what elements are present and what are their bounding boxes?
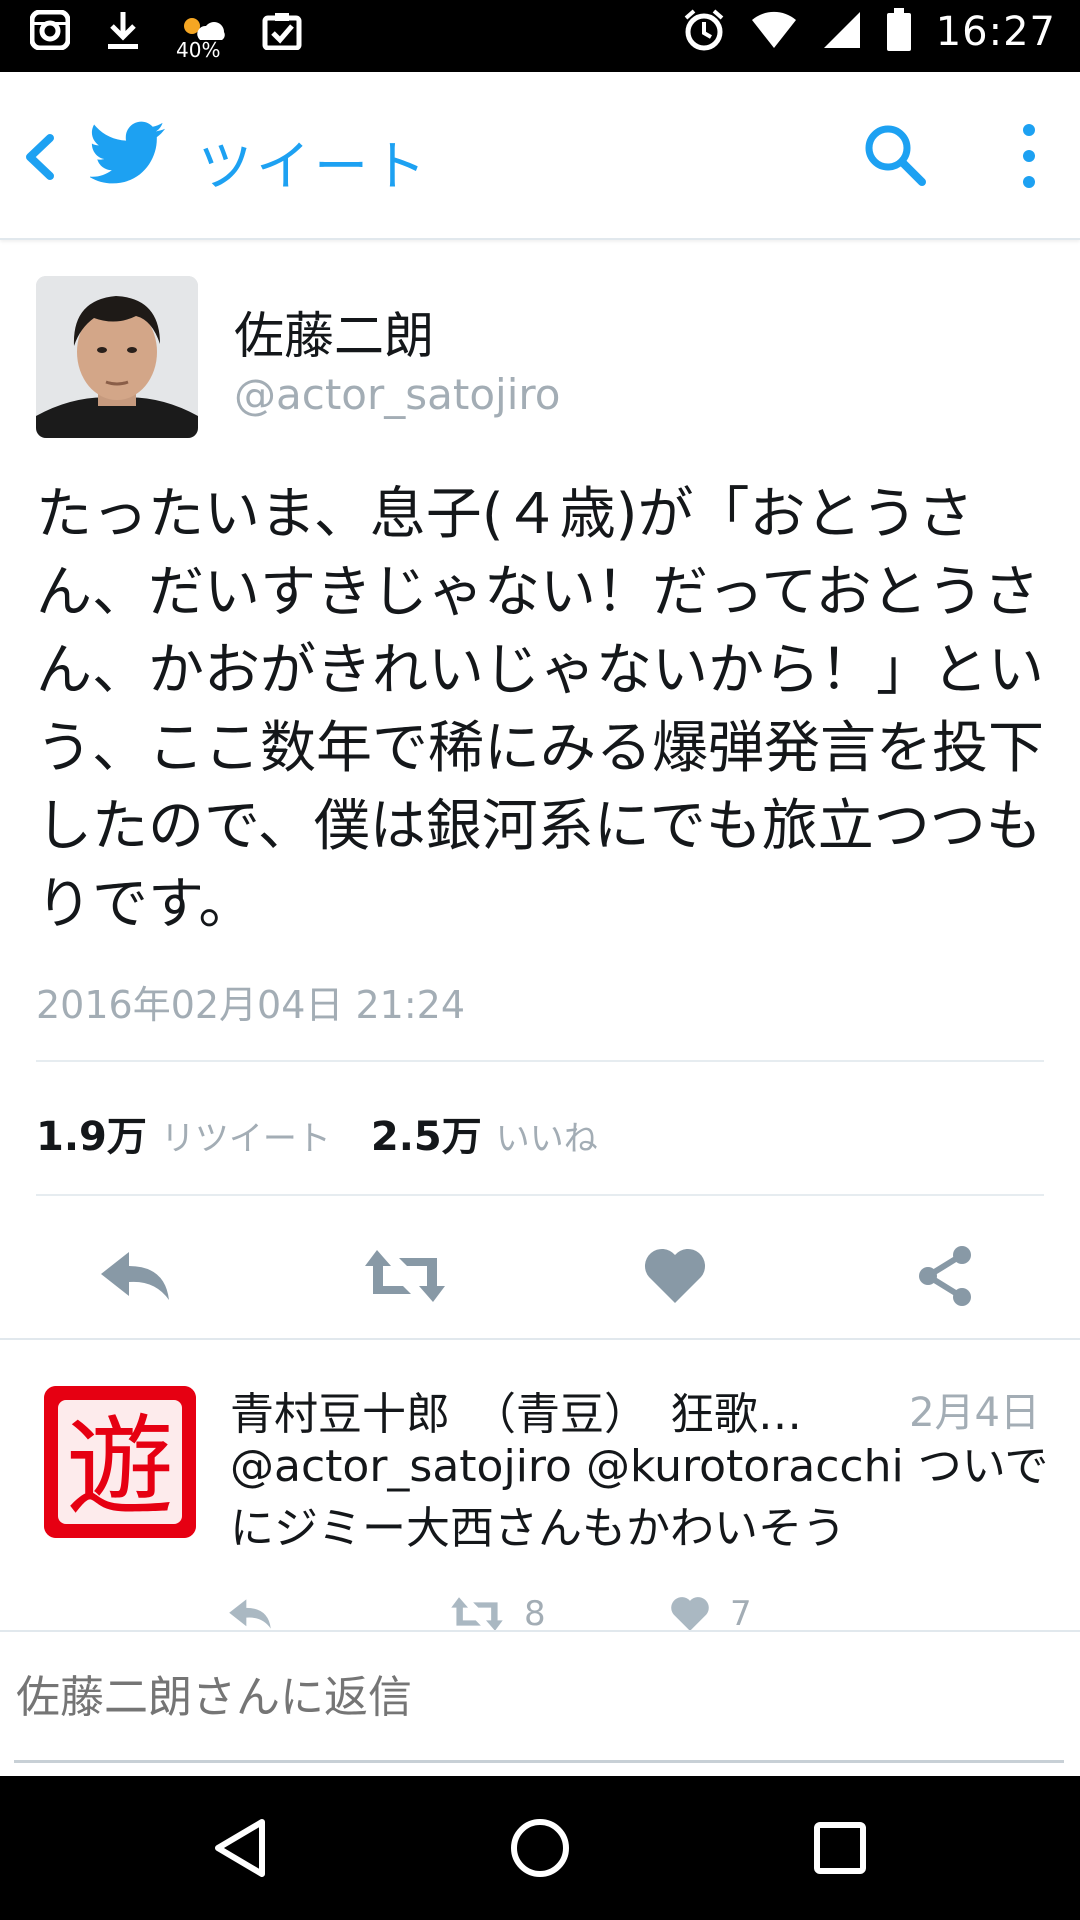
divider: [36, 1194, 1044, 1196]
page-title: ツイート: [198, 135, 430, 198]
weather-percent: 40%: [176, 38, 221, 62]
wifi-icon: [750, 10, 798, 54]
like-icon: [671, 1597, 709, 1631]
twitter-bird-icon[interactable]: [88, 120, 166, 186]
reply-icon[interactable]: [90, 1236, 180, 1316]
download-icon: [106, 10, 140, 54]
author-avatar[interactable]: [36, 276, 198, 438]
more-vert-icon[interactable]: [1008, 120, 1050, 192]
tweet-timestamp: 2016年02月04日 21:24: [36, 983, 466, 1027]
reply-composer: [0, 1630, 1080, 1776]
instagram-icon: [29, 9, 71, 54]
tweet-stats: 1.9万 リツイート 2.5万 いいね: [36, 1104, 598, 1162]
battery-icon: [886, 8, 912, 56]
reply-actions: 8 7: [0, 1588, 1080, 1632]
reply-retweet-count: 8: [524, 1594, 546, 1632]
clipboard-check-icon: [262, 10, 302, 54]
reply-reply-icon[interactable]: [228, 1596, 272, 1632]
navigation-bar: [0, 1776, 1080, 1920]
tweet-actions: [0, 1230, 1080, 1330]
share-icon[interactable]: [900, 1236, 990, 1316]
divider: [36, 1060, 1044, 1062]
status-bar: 40% 16:27: [0, 0, 1080, 72]
reply-author-name[interactable]: 青村豆十郎 （青豆） 狂歌…: [230, 1378, 910, 1442]
author-name[interactable]: 佐藤二朗: [234, 296, 434, 368]
back-icon[interactable]: [20, 132, 60, 182]
tweet-text: たったいま、息子(４歳)が「おとうさん、だいすきじゃない！だっておとうさん、かお…: [36, 482, 1044, 937]
retweet-icon[interactable]: [360, 1236, 450, 1316]
reply-text: @actor_satojiro @kurotoracchi ついでにジミー大西さ…: [230, 1441, 1049, 1554]
reply-input[interactable]: [16, 1672, 1056, 1723]
reply-date: 2月4日: [909, 1390, 1040, 1436]
like-icon[interactable]: [630, 1236, 720, 1316]
search-icon[interactable]: [862, 122, 928, 188]
retweet-count[interactable]: 1.9万: [36, 1104, 147, 1162]
clock: 16:27: [935, 9, 1056, 55]
retweet-icon: [451, 1597, 503, 1631]
like-count[interactable]: 2.5万: [371, 1104, 482, 1162]
reply-like-button[interactable]: 7: [670, 1594, 752, 1632]
divider: [0, 1338, 1080, 1340]
author-handle[interactable]: @actor_satojiro: [234, 370, 560, 419]
app-header: ツイート: [0, 72, 1080, 240]
reply-like-count: 7: [730, 1594, 752, 1632]
home-circle-icon[interactable]: [500, 1808, 580, 1888]
retweet-label[interactable]: リツイート: [161, 1111, 331, 1160]
reply-avatar-glyph: 遊: [66, 1405, 174, 1530]
input-underline: [14, 1760, 1064, 1763]
like-label[interactable]: いいね: [496, 1111, 598, 1160]
recents-square-icon[interactable]: [800, 1808, 880, 1888]
back-triangle-icon[interactable]: [200, 1808, 280, 1888]
signal-icon: [822, 10, 862, 54]
alarm-icon: [682, 8, 726, 56]
reply-author-avatar[interactable]: 遊: [44, 1386, 196, 1538]
reply-retweet-button[interactable]: 8: [450, 1594, 546, 1632]
